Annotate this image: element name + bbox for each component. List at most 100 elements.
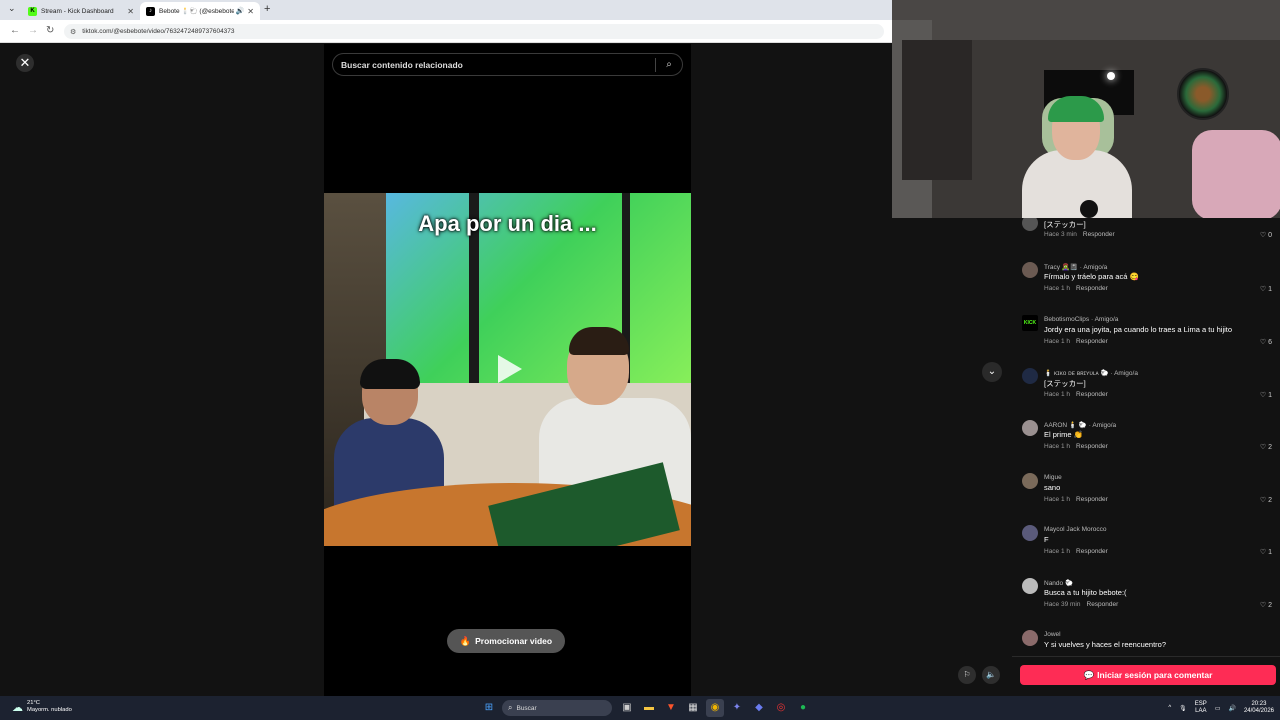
taskbar-search[interactable]: ⌕ Buscar — [502, 700, 612, 716]
comment-time: Hace 1 h — [1044, 443, 1071, 450]
forward-arrow-icon[interactable]: → — [28, 25, 38, 36]
kick-avatar-icon[interactable]: KICK — [1022, 315, 1038, 331]
screen: ⌄ K Stream - Kick Dashboard ✕ ♪ Bebote 🕯… — [0, 0, 1280, 720]
comment-user[interactable]: BebotismoClips · Amigo/a — [1044, 316, 1118, 323]
avatar[interactable] — [1022, 368, 1038, 384]
like-count: 2 — [1268, 444, 1272, 451]
comment-user[interactable]: Nando 🐑 — [1044, 579, 1073, 587]
comment-user[interactable]: 🕯️ ᴋɪᴋᴏ ᴅᴇ ʙʀɪʏᴜʟᴀ 🐑 · Amigo/a — [1044, 369, 1138, 377]
tiktok-page: ✕ ⌕ Apa por un dia .. — [4, 44, 892, 696]
reply-link[interactable]: Responder — [1076, 285, 1108, 292]
comment-user[interactable]: Tracy 🧟‍♀️📓 · Amigo/a — [1044, 263, 1107, 271]
comment-time: Hace 1 h — [1044, 285, 1071, 292]
webcam-light — [1107, 72, 1115, 80]
reply-link[interactable]: Responder — [1076, 338, 1108, 345]
comment-user[interactable]: Migue — [1044, 474, 1062, 481]
heart-icon: ♡ — [1259, 497, 1267, 504]
avatar[interactable] — [1022, 473, 1038, 489]
clock[interactable]: 20:23 24/04/2026 — [1244, 701, 1274, 715]
site-info-icon[interactable]: ⚙ — [70, 28, 76, 36]
comment-text: F — [1044, 535, 1049, 544]
comment-like[interactable]: ♡ 6 — [1260, 338, 1272, 346]
webcam-person — [1022, 150, 1132, 218]
new-tab-plus-icon[interactable]: + — [264, 3, 270, 15]
heart-icon: ♡ — [1259, 339, 1267, 346]
comment-like[interactable]: ♡ 1 — [1260, 285, 1272, 293]
comment-bar: 💬 Iniciar sesión para comentar — [1012, 656, 1280, 696]
avatar[interactable] — [1022, 218, 1038, 231]
url-text: tiktok.com/@esbebote/video/7632472489737… — [82, 28, 235, 35]
video-man-hair — [569, 327, 629, 355]
task-view-icon[interactable]: ▣ — [618, 699, 636, 717]
speaker-icon[interactable]: 🔊 — [236, 7, 245, 15]
address-bar[interactable]: ⚙ tiktok.com/@esbebote/video/76324724897… — [64, 24, 884, 39]
comment-like[interactable]: ♡ 2 — [1260, 496, 1272, 504]
comment-like[interactable]: ♡ 1 — [1260, 391, 1272, 399]
reply-link[interactable]: Responder — [1083, 231, 1115, 238]
comment-like[interactable]: ♡ 0 — [1260, 231, 1272, 239]
comment-time: Hace 3 min — [1044, 231, 1077, 238]
comment-user[interactable]: AARON 🕯️ 🐑 · Amigo/a — [1044, 421, 1116, 429]
search-icon[interactable]: ⌕ — [656, 59, 682, 70]
scroll-down-button[interactable]: ⌄ — [982, 362, 1002, 382]
spotify-icon[interactable]: ● — [794, 699, 812, 717]
brave-browser-icon[interactable]: ▼ — [662, 699, 680, 717]
network-icon[interactable]: ▭ — [1215, 705, 1221, 712]
chrome-icon[interactable]: ◉ — [706, 699, 724, 717]
messenger-icon[interactable]: ◆ — [750, 699, 768, 717]
comment-user[interactable]: Maycol Jack Morocco — [1044, 526, 1107, 533]
comment-user[interactable]: Jowel — [1044, 631, 1061, 638]
login-to-comment-label: Iniciar sesión para comentar — [1097, 670, 1213, 680]
comment-like[interactable]: ♡ 1 — [1260, 548, 1272, 556]
tab-close-icon[interactable]: ✕ — [247, 7, 254, 16]
comment-text: [ステッカー] — [1044, 379, 1086, 388]
reply-link[interactable]: Responder — [1076, 443, 1108, 450]
comment-time: Hace 1 h — [1044, 391, 1071, 398]
language-indicator[interactable]: ESP LAA — [1195, 701, 1207, 715]
back-arrow-icon[interactable]: ← — [10, 25, 20, 36]
play-icon[interactable] — [498, 355, 522, 383]
app-icon[interactable]: ◎ — [772, 699, 790, 717]
reply-link[interactable]: Responder — [1076, 391, 1108, 398]
related-search-input[interactable] — [333, 59, 655, 70]
comment-like[interactable]: ♡ 2 — [1260, 601, 1272, 609]
heart-icon: ♡ — [1259, 392, 1267, 399]
tab-tiktok-bebote[interactable]: ♪ Bebote 🕯️🐑 (@esbebote) 🔊 ✕ — [140, 2, 260, 20]
avatar[interactable] — [1022, 630, 1038, 646]
teams-icon[interactable]: ✦ — [728, 699, 746, 717]
login-to-comment-button[interactable]: 💬 Iniciar sesión para comentar — [1020, 665, 1276, 685]
close-video-button[interactable]: ✕ — [16, 54, 34, 72]
chevron-up-icon[interactable]: ^ — [1168, 705, 1171, 711]
comment-like[interactable]: ♡ 2 — [1260, 443, 1272, 451]
comments-list[interactable]: [ステッカー] Hace 3 min Responder ♡ 0 Tracy 🧟‍… — [1012, 218, 1280, 656]
avatar[interactable] — [1022, 578, 1038, 594]
avatar[interactable] — [1022, 525, 1038, 541]
microphone-icon[interactable]: 🎙 — [1179, 705, 1187, 712]
store-icon[interactable]: ▦ — [684, 699, 702, 717]
reload-icon[interactable]: ↻ — [46, 25, 54, 36]
file-explorer-icon[interactable]: ▬ — [640, 699, 658, 717]
chevron-down-icon: ⌄ — [987, 366, 997, 377]
comment-text: [ステッカー] — [1044, 220, 1086, 229]
tab-close-icon[interactable]: ✕ — [127, 7, 134, 16]
webcam-wheel — [1177, 68, 1229, 120]
avatar[interactable] — [1022, 420, 1038, 436]
comment-text: Jordy era una joyita, pa cuando lo traes… — [1044, 325, 1233, 334]
report-button[interactable]: ⚐ — [958, 666, 976, 684]
promote-label: Promocionar video — [475, 636, 553, 646]
tab-search-icon[interactable]: ⌄ — [8, 3, 16, 14]
reply-link[interactable]: Responder — [1076, 496, 1108, 503]
promote-video-button[interactable]: 🔥 Promocionar video — [447, 629, 565, 653]
kick-favicon-icon: K — [28, 6, 37, 16]
windows-start-icon[interactable]: ⊞ — [480, 699, 498, 717]
avatar[interactable] — [1022, 262, 1038, 278]
reply-link[interactable]: Responder — [1076, 548, 1108, 555]
comment-text: El prime 👏 — [1044, 430, 1083, 439]
volume-button[interactable]: 🔈 — [982, 666, 1000, 684]
weather-widget[interactable]: ☁ 21°C Mayorm. nublado — [12, 700, 72, 714]
volume-icon[interactable]: 🔊 — [1228, 705, 1235, 712]
reply-link[interactable]: Responder — [1087, 601, 1119, 608]
heart-icon: ♡ — [1259, 549, 1267, 556]
video-frame[interactable]: Apa por un dia ... — [324, 193, 691, 546]
tab-kick-dashboard[interactable]: K Stream - Kick Dashboard ✕ — [22, 2, 140, 20]
